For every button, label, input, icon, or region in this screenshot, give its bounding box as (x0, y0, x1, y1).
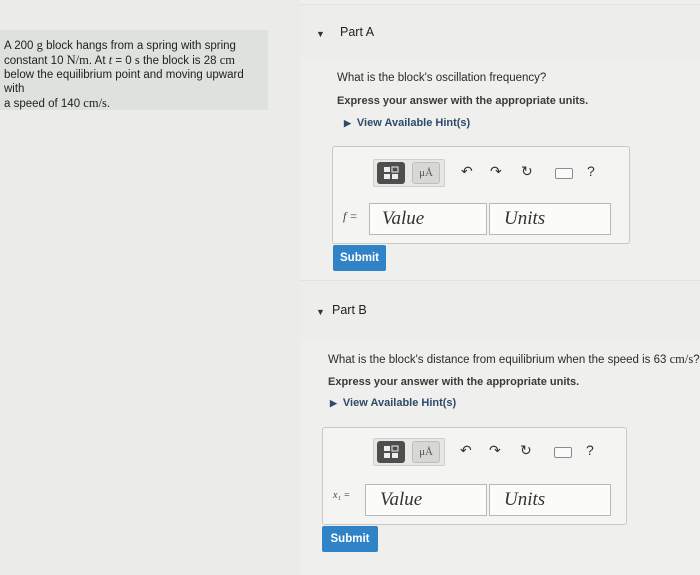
part-a-instruction: Express your answer with the appropriate… (337, 95, 589, 107)
collapse-caret-icon[interactable]: ▼ (316, 29, 325, 39)
part-a-title: Part A (340, 25, 375, 39)
part-b-submit-button[interactable]: Submit (322, 526, 378, 552)
page: A 200 g block hangs from a spring with s… (0, 0, 700, 575)
format-toolbar: μÅ (373, 159, 445, 187)
part-a-submit-button[interactable]: Submit (333, 245, 386, 271)
problem-line-1: A 200 g block hangs from a spring with s… (4, 38, 236, 52)
variable-label-f: f = (343, 209, 358, 223)
keyboard-icon[interactable] (555, 168, 573, 179)
units-button[interactable]: μÅ (412, 162, 440, 184)
redo-icon[interactable]: ↷ (489, 442, 501, 459)
keyboard-icon[interactable] (554, 447, 572, 458)
part-b-header[interactable]: ▼ Part B (300, 280, 700, 342)
reset-icon[interactable]: ↻ (521, 163, 533, 180)
value-input[interactable]: Value (369, 203, 487, 235)
undo-icon[interactable]: ↶ (460, 442, 472, 459)
problem-line-3: below the equilibrium point and moving u… (4, 69, 244, 95)
part-a-header[interactable]: ▼ Part A (300, 4, 700, 60)
part-b-answer-box: μÅ ↶ ↷ ↻ ? x₁ = Value Units (322, 427, 627, 525)
part-a-hint-link[interactable]: ▶ View Available Hint(s) (344, 117, 470, 129)
part-b-title: Part B (332, 303, 367, 317)
problem-statement: A 200 g block hangs from a spring with s… (0, 30, 268, 110)
collapse-caret-icon[interactable]: ▼ (316, 307, 325, 317)
expand-triangle-icon: ▶ (344, 118, 351, 128)
format-toolbar: μÅ (373, 438, 445, 466)
part-b-instruction: Express your answer with the appropriate… (328, 376, 580, 388)
mu-units-icon: μÅ (419, 446, 433, 458)
redo-icon[interactable]: ↷ (490, 163, 502, 180)
parts-panel: ▼ Part A What is the block's oscillation… (300, 0, 700, 575)
problem-line-4: a speed of 140 cm/s. (4, 96, 111, 110)
templates-icon (384, 445, 399, 458)
reset-icon[interactable]: ↻ (520, 442, 532, 459)
part-a-question: What is the block's oscillation frequenc… (337, 72, 547, 84)
units-input[interactable]: Units (489, 203, 611, 235)
undo-icon[interactable]: ↶ (461, 163, 473, 180)
value-input[interactable]: Value (365, 484, 487, 516)
part-b-hint-link[interactable]: ▶ View Available Hint(s) (330, 397, 456, 409)
help-icon[interactable]: ? (587, 163, 595, 179)
part-a-answer-box: μÅ ↶ ↷ ↻ ? f = Value Units (332, 146, 630, 244)
expand-triangle-icon: ▶ (330, 398, 337, 408)
units-input[interactable]: Units (489, 484, 611, 516)
mu-units-icon: μÅ (419, 167, 433, 179)
templates-button[interactable] (377, 441, 405, 463)
variable-label-x1: x₁ = (333, 490, 351, 501)
part-b-question: What is the block's distance from equili… (328, 352, 700, 366)
help-icon[interactable]: ? (586, 442, 594, 458)
units-button[interactable]: μÅ (412, 441, 440, 463)
templates-button[interactable] (377, 162, 405, 184)
templates-icon (384, 166, 399, 179)
problem-line-2: constant 10 N/m. At t = 0 s the block is… (4, 53, 235, 67)
